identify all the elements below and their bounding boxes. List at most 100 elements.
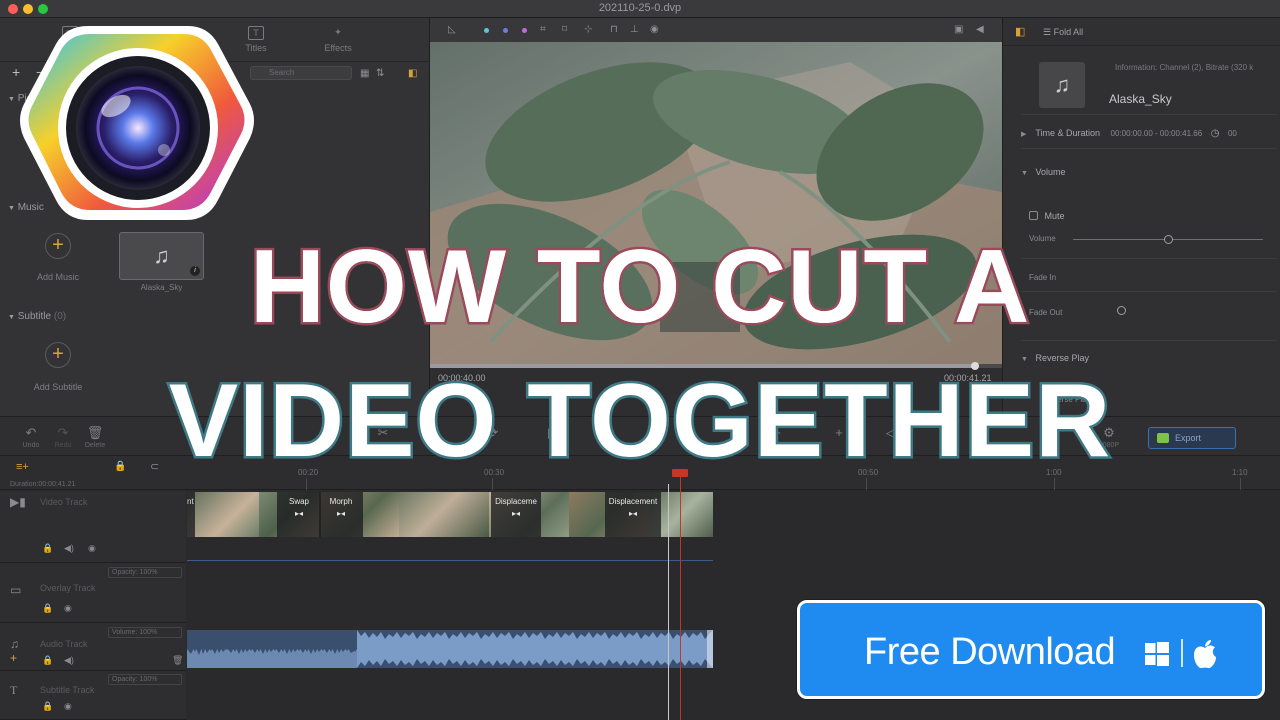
cta-separator [1181, 639, 1183, 667]
music-note-icon: ♫ [1053, 72, 1071, 97]
audio-clip-waveform[interactable] [187, 630, 713, 668]
apple-icon [1194, 640, 1216, 669]
transition-icon: ▸◂ [336, 509, 346, 518]
mute-checkbox[interactable] [1029, 211, 1038, 220]
eye-icon[interactable]: ◉ [64, 701, 72, 712]
expand-caret-icon: ▶ [1021, 131, 1027, 138]
cursor-line [668, 484, 669, 720]
windows-icon [1145, 642, 1169, 666]
overlay-track-header: Opacity: 100% ▭ Overlay Track 🔒 ◉ [0, 563, 186, 623]
time-duration-value: 00:00:00.00 - 00:00:41.66 [1110, 129, 1203, 138]
waveform-graphic [187, 630, 713, 668]
audio-track-label: Audio Track [40, 639, 88, 649]
time-extra-value: 00 [1227, 129, 1237, 138]
select-icon[interactable]: ⌑ [562, 24, 567, 35]
lock-icon[interactable]: 🔒 [42, 543, 53, 554]
title-bar: 202110-25-0.dvp [0, 0, 1280, 18]
transition-swap[interactable]: Swap ▸◂ [277, 492, 321, 537]
video-track-icon: ▶▮ [10, 495, 26, 509]
preview-toolbar: ◺ ⌗ ⌑ ⊹ ⊓ ⊥ ◉ ▣ ◀ [430, 18, 1002, 42]
eye-icon[interactable]: ◉ [64, 603, 72, 614]
add-subtitle-button[interactable]: + [45, 342, 71, 368]
subtitle-opacity-stepper[interactable]: Opacity: 100% [108, 674, 182, 685]
collapse-caret-icon: ▼ [1021, 170, 1028, 177]
mute-checkbox-row[interactable]: Mute [1029, 211, 1065, 221]
speaker-icon[interactable]: ◀) [64, 655, 74, 666]
eye-icon[interactable]: ◉ [88, 543, 96, 554]
app-logo-camera-lens-icon [20, 26, 254, 220]
snapshot-camera-icon[interactable]: ▣ [954, 24, 963, 35]
tab-effects[interactable]: ✦ Effects [308, 26, 368, 53]
fold-all-button[interactable]: ☰ Fold All [1043, 27, 1083, 38]
time-duration-row[interactable]: ▶ Time & Duration 00:00:00.00 - 00:00:41… [1021, 128, 1237, 139]
reverse-play-section-header[interactable]: ▼ Reverse Play [1021, 353, 1089, 363]
collapse-caret-icon: ▼ [8, 205, 15, 212]
ruler-tick [866, 478, 867, 490]
headline-line-2: VIDEO TOGETHER [0, 363, 1280, 479]
volume-section-header[interactable]: ▼ Volume [1021, 167, 1066, 177]
timeline-duration: Duration:00:00:41.21 [10, 481, 76, 488]
tab-effects-label: Effects [324, 43, 352, 53]
transition-icon: ▸◂ [628, 509, 638, 518]
audio-name: Alaska_Sky [1109, 92, 1172, 106]
transition-label: Displaceme [495, 497, 537, 506]
ruler-tick [1054, 478, 1055, 490]
audio-volume-stepper[interactable]: Volume: 100% [108, 627, 182, 638]
red-playhead-line [680, 470, 681, 720]
speaker-icon[interactable]: ◀ [976, 24, 984, 35]
headline-text: VIDEO TOGETHER [166, 363, 1112, 479]
lock-icon[interactable]: ⊓ [610, 24, 618, 35]
audio-track-header: Volume: 100% ♫ + Audio Track 🔒 ◀) 🗑 [0, 623, 186, 671]
audio-info-text: Information: Channel (2), Bitrate (320 k [1115, 63, 1254, 72]
eye-icon[interactable]: ◉ [650, 24, 659, 35]
collapse-caret-icon: ▼ [1021, 356, 1028, 363]
effects-wand-icon: ✦ [334, 27, 342, 37]
color-dot-icon[interactable] [522, 28, 527, 33]
timer-icon[interactable]: ◷ [1211, 128, 1220, 139]
transition-morph[interactable]: Morph ▸◂ [319, 492, 363, 537]
video-clip[interactable] [399, 492, 489, 537]
panel-toggle-icon[interactable]: ◧ [408, 68, 417, 79]
ruler-tick [306, 478, 307, 490]
video-clip[interactable] [187, 492, 259, 537]
video-track-label: Video Track [40, 497, 88, 507]
transition-fragment: nt [187, 492, 195, 537]
transition-label: Displacement [608, 497, 658, 506]
ratio-icon[interactable]: ◺ [448, 24, 456, 35]
lock-icon[interactable]: 🔒 [42, 701, 53, 712]
lock-icon[interactable]: 🔒 [42, 655, 53, 666]
audio-thumbnail: ♫ [1039, 62, 1085, 108]
add-audio-icon[interactable]: + [10, 651, 17, 665]
headline-text: HOW TO CUT A [247, 229, 1031, 345]
media-search-input[interactable]: Search [250, 66, 352, 80]
color-dot-icon[interactable] [503, 28, 508, 33]
grid-view-icon[interactable]: ▦ [360, 68, 369, 79]
lock-icon[interactable]: 🔒 [42, 603, 53, 614]
music-note-icon: ♫ [10, 637, 19, 651]
sort-icon[interactable]: ⇅ [376, 68, 384, 79]
overlay-opacity-stepper[interactable]: Opacity: 100% [108, 567, 182, 578]
speaker-icon[interactable]: ◀) [64, 543, 74, 554]
transition-displacement[interactable]: Displaceme ▸◂ [491, 492, 541, 537]
ruler-tick [1240, 478, 1241, 490]
volume-section-label: Volume [1035, 167, 1066, 177]
video-clip-strip[interactable]: nt Swap ▸◂ Morph ▸◂ Displaceme ▸◂ Displacem… [187, 492, 713, 537]
color-dot-icon[interactable] [484, 28, 489, 33]
trash-icon[interactable]: 🗑 [172, 655, 183, 666]
video-audio-lane [187, 537, 713, 561]
crop-icon[interactable]: ⌗ [540, 24, 546, 35]
video-track-header: ▶▮ Video Track 🔒 ◀) ◉ [0, 491, 186, 563]
transition-displacement[interactable]: Displacement ▸◂ [605, 492, 661, 537]
ruler-tick [492, 478, 493, 490]
divider [1021, 148, 1277, 149]
window-title: 202110-25-0.dvp [598, 2, 682, 14]
subtitle-track-label: Subtitle Track [40, 685, 95, 695]
overlay-track-label: Overlay Track [40, 583, 96, 593]
reverse-play-section-label: Reverse Play [1035, 353, 1090, 363]
mask-icon[interactable]: ⊥ [630, 24, 639, 35]
panel-toggle-icon[interactable]: ◧ [1015, 25, 1025, 38]
headline-line-1: HOW TO CUT A [0, 229, 1280, 345]
free-download-button[interactable]: Free Download [797, 600, 1265, 699]
transition-icon: ▸◂ [294, 509, 304, 518]
transform-icon[interactable]: ⊹ [584, 24, 592, 35]
